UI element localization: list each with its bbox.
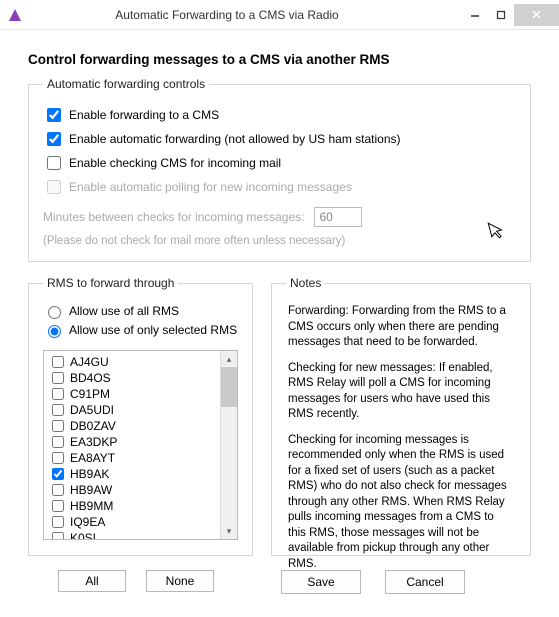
list-item[interactable]: K0SI — [48, 530, 216, 539]
scrollbar[interactable]: ▴ ▾ — [220, 351, 237, 539]
enable-polling-label: Enable automatic polling for new incomin… — [69, 180, 352, 194]
list-item-label: EA8AYT — [70, 451, 115, 465]
notes-legend: Notes — [286, 276, 325, 290]
list-item-label: BD4OS — [70, 371, 111, 385]
list-item-label: DA5UDI — [70, 403, 114, 417]
radio-all-label: Allow use of all RMS — [69, 304, 179, 318]
scroll-down-icon[interactable]: ▾ — [221, 523, 237, 539]
list-item-label: EA3DKP — [70, 435, 117, 449]
cancel-button[interactable]: Cancel — [385, 570, 465, 594]
minimize-button[interactable] — [462, 4, 488, 26]
enable-checking-label: Enable checking CMS for incoming mail — [69, 156, 281, 170]
notes-p1: Forwarding: Forwarding from the RMS to a… — [288, 304, 514, 351]
enable-auto-label: Enable automatic forwarding (not allowed… — [69, 132, 401, 146]
enable-checking-checkbox[interactable] — [47, 156, 61, 170]
list-item[interactable]: EA8AYT — [48, 450, 216, 466]
enable-forwarding-checkbox[interactable] — [47, 108, 61, 122]
list-item-label: K0SI — [70, 531, 96, 539]
window-buttons — [462, 4, 559, 26]
list-item-checkbox[interactable] — [52, 516, 64, 528]
all-button[interactable]: All — [58, 570, 126, 592]
list-item-label: IQ9EA — [70, 515, 105, 529]
rms-listbox[interactable]: AJ4GU BD4OS C91PM DA5UDI DB0ZAV EA3DKP EA8AYT H… — [43, 350, 238, 540]
list-item[interactable]: HB9MM — [48, 498, 216, 514]
radio-selected-label: Allow use of only selected RMS — [69, 323, 237, 337]
scroll-thumb[interactable] — [221, 367, 237, 407]
notes-group: Notes Forwarding: Forwarding from the RM… — [271, 276, 531, 556]
rms-legend: RMS to forward through — [43, 276, 178, 290]
app-icon — [8, 8, 22, 22]
list-item[interactable]: HB9AW — [48, 482, 216, 498]
automatic-forwarding-controls-group: Automatic forwarding controls Enable for… — [28, 77, 531, 262]
list-item-label: HB9MM — [70, 499, 113, 513]
list-item-label: DB0ZAV — [70, 419, 116, 433]
notes-p2: Checking for new messages: If enabled, R… — [288, 361, 514, 423]
radio-all-rms[interactable] — [48, 306, 61, 319]
rms-forward-group: RMS to forward through Allow use of all … — [28, 276, 253, 556]
enable-forwarding-label: Enable forwarding to a CMS — [69, 108, 219, 122]
window-title: Automatic Forwarding to a CMS via Radio — [32, 8, 462, 22]
list-item-checkbox[interactable] — [52, 452, 64, 464]
save-button[interactable]: Save — [281, 570, 361, 594]
radio-selected-rms[interactable] — [48, 325, 61, 338]
list-item[interactable]: DA5UDI — [48, 402, 216, 418]
list-item[interactable]: AJ4GU — [48, 354, 216, 370]
list-item[interactable]: HB9AK — [48, 466, 216, 482]
list-item[interactable]: DB0ZAV — [48, 418, 216, 434]
minutes-note: (Please do not check for mail more often… — [43, 235, 516, 247]
page-heading: Control forwarding messages to a CMS via… — [28, 52, 531, 67]
minutes-label: Minutes between checks for incoming mess… — [43, 210, 304, 224]
list-item-checkbox[interactable] — [52, 484, 64, 496]
list-item-checkbox[interactable] — [52, 356, 64, 368]
none-button[interactable]: None — [146, 570, 214, 592]
enable-auto-checkbox[interactable] — [47, 132, 61, 146]
list-item-checkbox[interactable] — [52, 500, 64, 512]
list-item-checkbox[interactable] — [52, 468, 64, 480]
minutes-input[interactable] — [314, 207, 362, 227]
list-item-checkbox[interactable] — [52, 372, 64, 384]
close-button[interactable] — [514, 4, 559, 26]
list-item-label: C91PM — [70, 387, 110, 401]
list-item-checkbox[interactable] — [52, 404, 64, 416]
list-item[interactable]: C91PM — [48, 386, 216, 402]
controls-legend: Automatic forwarding controls — [43, 77, 209, 91]
list-item-label: HB9AK — [70, 467, 109, 481]
notes-p3: Checking for incoming messages is recomm… — [288, 433, 514, 573]
list-item-checkbox[interactable] — [52, 436, 64, 448]
list-item-label: AJ4GU — [70, 355, 109, 369]
list-item[interactable]: IQ9EA — [48, 514, 216, 530]
title-bar: Automatic Forwarding to a CMS via Radio — [0, 0, 559, 30]
list-item-checkbox[interactable] — [52, 532, 64, 539]
list-item-checkbox[interactable] — [52, 388, 64, 400]
list-item-label: HB9AW — [70, 483, 112, 497]
list-item-checkbox[interactable] — [52, 420, 64, 432]
scroll-up-icon[interactable]: ▴ — [221, 351, 237, 367]
maximize-button[interactable] — [488, 4, 514, 26]
list-item[interactable]: EA3DKP — [48, 434, 216, 450]
enable-polling-checkbox — [47, 180, 61, 194]
list-item[interactable]: BD4OS — [48, 370, 216, 386]
